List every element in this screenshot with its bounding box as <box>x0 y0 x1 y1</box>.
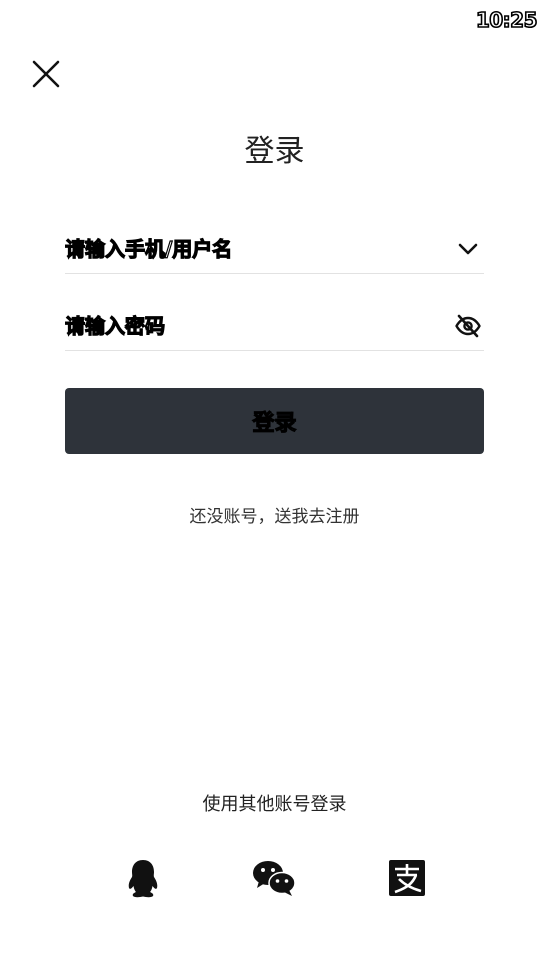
alipay-icon <box>389 860 425 896</box>
eye-off-icon <box>455 314 481 338</box>
qq-login-button[interactable] <box>121 856 165 900</box>
username-field-row <box>65 225 484 274</box>
login-button[interactable]: 登录 <box>65 388 484 454</box>
other-login-label: 使用其他账号登录 <box>202 794 347 815</box>
wechat-login-button[interactable] <box>252 856 296 900</box>
password-field-row <box>65 302 484 351</box>
close-button[interactable] <box>28 56 64 92</box>
login-screen: 10:25 登录 登录 还没账号，送我去注册 使用其他账号登录 <box>0 0 549 976</box>
username-input[interactable] <box>65 237 425 261</box>
toggle-password-visibility-button[interactable] <box>452 310 484 342</box>
close-icon <box>32 60 60 88</box>
login-button-label: 登录 <box>252 411 297 437</box>
qq-icon <box>128 860 158 898</box>
wechat-icon <box>253 861 296 896</box>
chevron-down-icon <box>458 243 478 255</box>
alipay-login-button[interactable] <box>385 856 429 900</box>
register-link[interactable]: 还没账号，送我去注册 <box>0 502 549 527</box>
status-time: 10:25 <box>475 7 538 33</box>
password-input[interactable] <box>65 314 425 338</box>
account-dropdown-button[interactable] <box>452 233 484 265</box>
page-title: 登录 <box>244 134 305 169</box>
